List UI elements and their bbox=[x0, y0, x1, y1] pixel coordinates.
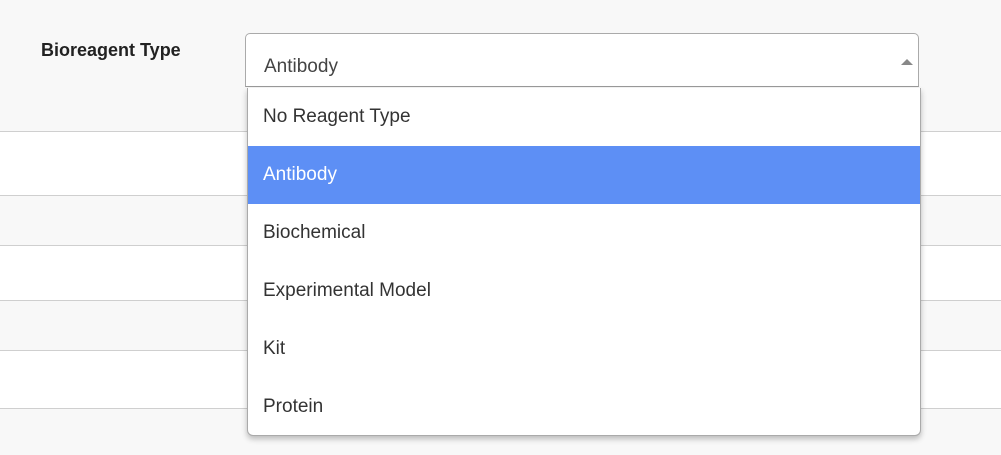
dropdown-option[interactable]: Experimental Model bbox=[248, 262, 920, 320]
bioreagent-type-select[interactable]: Antibody bbox=[245, 33, 919, 87]
dropdown-option[interactable]: Protein bbox=[248, 378, 920, 435]
dropdown-options-list: No Reagent Type Antibody Biochemical Experi… bbox=[247, 88, 921, 436]
dropdown-option[interactable]: Antibody bbox=[248, 146, 920, 204]
dropdown-option[interactable]: Biochemical bbox=[248, 204, 920, 262]
dropdown-option[interactable]: No Reagent Type bbox=[248, 88, 920, 146]
dropdown-option[interactable]: Kit bbox=[248, 320, 920, 378]
caret-up-icon bbox=[901, 59, 913, 65]
selected-value: Antibody bbox=[264, 56, 338, 77]
bioreagent-type-label: Bioreagent Type bbox=[41, 40, 181, 60]
